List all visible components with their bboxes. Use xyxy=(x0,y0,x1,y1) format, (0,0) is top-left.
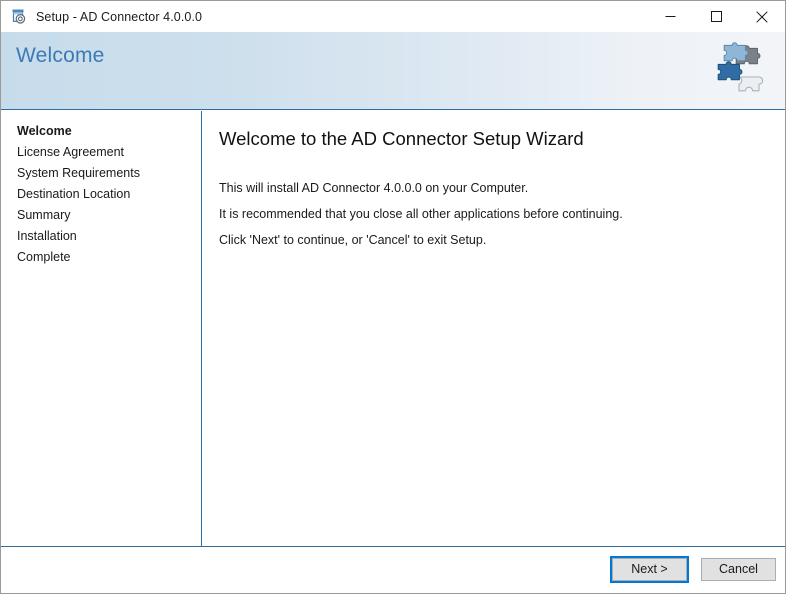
puzzle-pieces-icon xyxy=(707,40,769,102)
installer-box-icon xyxy=(10,8,28,26)
content-paragraph-3: Click 'Next' to continue, or 'Cancel' to… xyxy=(219,233,487,247)
cancel-button[interactable]: Cancel xyxy=(701,558,776,581)
sidebar-item-destination-location[interactable]: Destination Location xyxy=(1,184,201,205)
wizard-body: Welcome License Agreement System Require… xyxy=(1,111,785,547)
page-title: Welcome xyxy=(16,44,105,67)
maximize-icon xyxy=(710,11,722,22)
title-bar: Setup - AD Connector 4.0.0.0 xyxy=(1,1,785,32)
sidebar-item-installation[interactable]: Installation xyxy=(1,226,201,247)
setup-wizard-window: Setup - AD Connector 4.0.0.0 Welcome Wel… xyxy=(0,0,786,594)
sidebar-item-license-agreement[interactable]: License Agreement xyxy=(1,142,201,163)
title-bar-left: Setup - AD Connector 4.0.0.0 xyxy=(1,8,647,26)
content-heading: Welcome to the AD Connector Setup Wizard xyxy=(219,128,584,149)
close-icon xyxy=(756,10,768,23)
maximize-button[interactable] xyxy=(693,1,739,32)
wizard-header: Welcome xyxy=(1,32,785,110)
sidebar-item-summary[interactable]: Summary xyxy=(1,205,201,226)
next-button[interactable]: Next > xyxy=(610,556,689,583)
sidebar-item-complete[interactable]: Complete xyxy=(1,247,201,268)
minimize-icon xyxy=(665,16,675,17)
content-paragraph-2: It is recommended that you close all oth… xyxy=(219,207,623,221)
wizard-steps-sidebar: Welcome License Agreement System Require… xyxy=(1,111,202,546)
minimize-button[interactable] xyxy=(647,1,693,32)
wizard-footer: Next > Cancel xyxy=(1,548,785,593)
window-title: Setup - AD Connector 4.0.0.0 xyxy=(36,9,203,24)
sidebar-item-welcome[interactable]: Welcome xyxy=(1,121,201,142)
wizard-content-pane: Welcome to the AD Connector Setup Wizard… xyxy=(203,111,785,546)
sidebar-item-system-requirements[interactable]: System Requirements xyxy=(1,163,201,184)
content-paragraph-1: This will install AD Connector 4.0.0.0 o… xyxy=(219,181,529,195)
close-button[interactable] xyxy=(739,1,785,32)
